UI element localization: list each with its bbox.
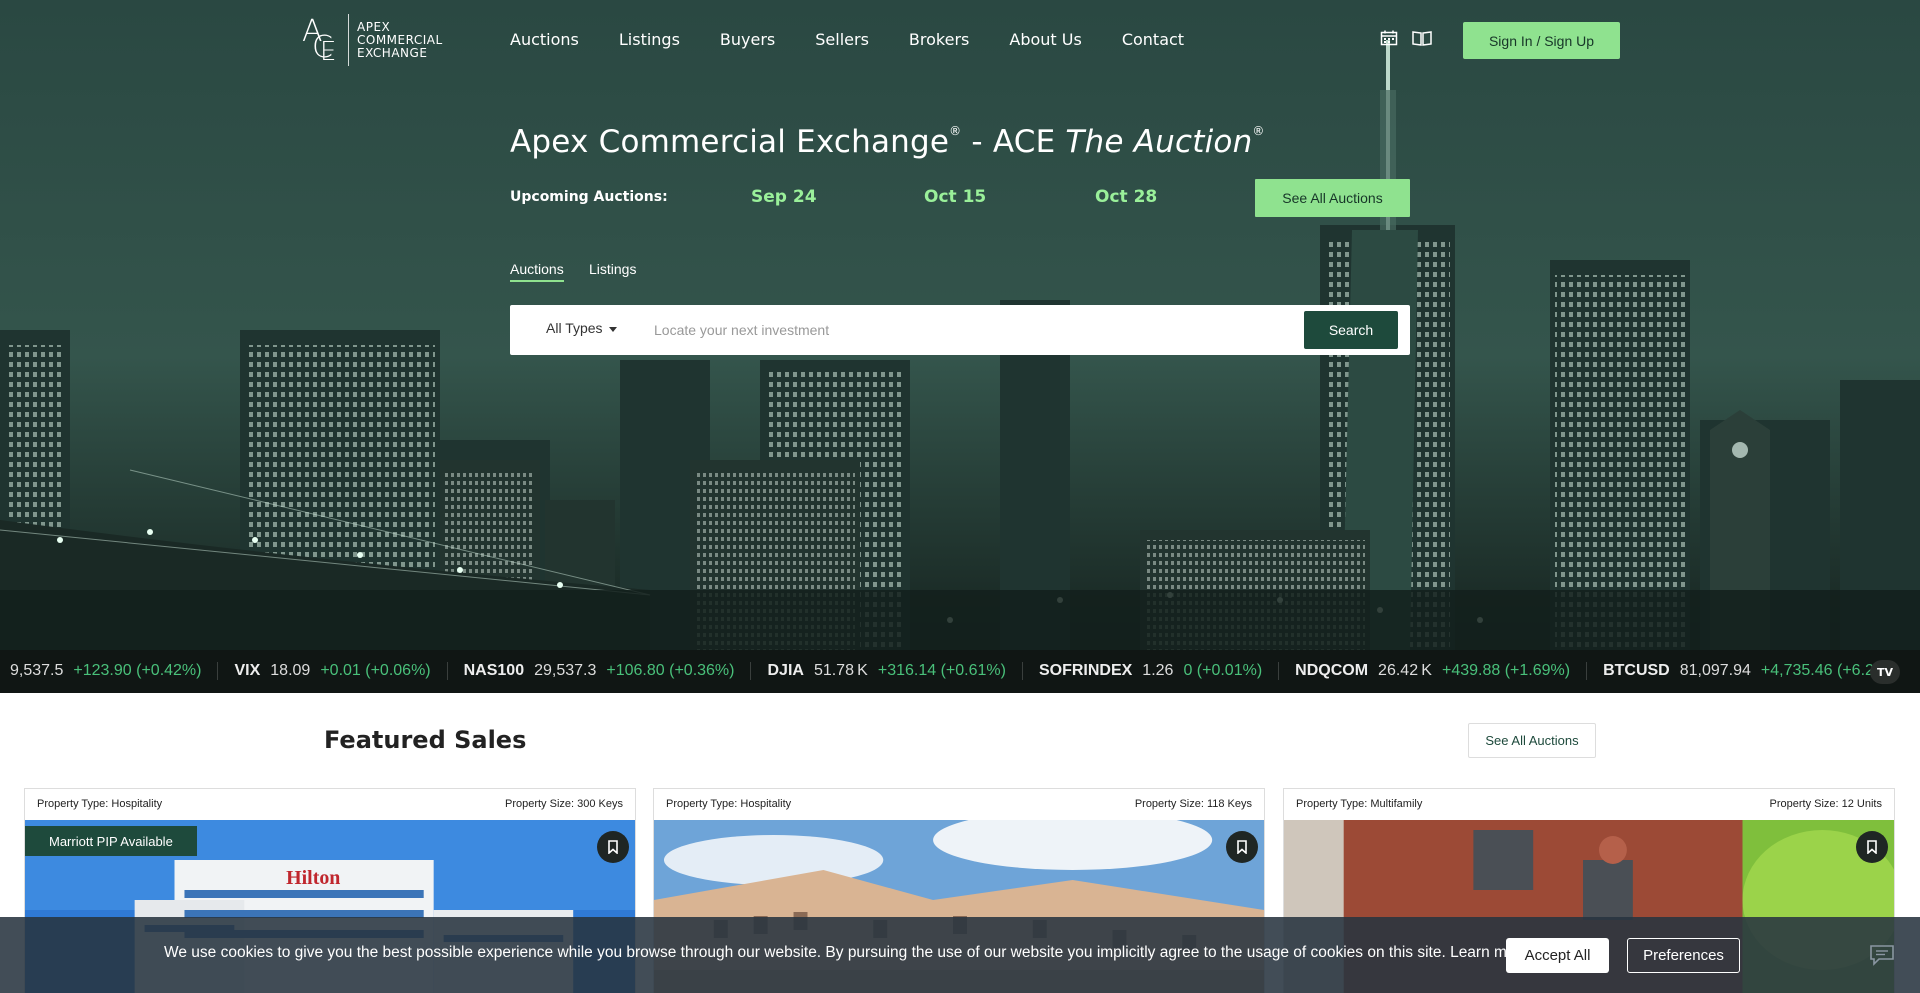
property-type-value: All Types: [546, 320, 603, 336]
ticker-symbol: VIX: [234, 662, 261, 679]
ticker-item[interactable]: SOFRINDEX 1.26 0 (+0.01%): [1038, 662, 1280, 680]
ticker-item[interactable]: 9,537.5 +123.90 (+0.42%): [10, 662, 219, 680]
calendar-icon[interactable]: [1380, 30, 1398, 46]
hero-section: A C E APEX COMMERCIAL EXCHANGE Auctions …: [0, 0, 1920, 650]
property-size: Property Size: 300 Keys: [504, 798, 623, 810]
tab-listings[interactable]: Listings: [589, 261, 636, 277]
sign-in-button[interactable]: Sign In / Sign Up: [1463, 22, 1620, 59]
tradingview-logo-icon[interactable]: TV: [1870, 660, 1900, 684]
see-all-auctions-featured-button[interactable]: See All Auctions: [1468, 723, 1596, 758]
upcoming-auctions-label: Upcoming Auctions:: [510, 189, 668, 205]
ticker-change: +316.14 (+0.61%): [877, 662, 1006, 679]
logo-line-exchange: EXCHANGE: [357, 45, 428, 60]
bookmark-icon[interactable]: [597, 831, 629, 863]
caret-down-icon: [608, 326, 617, 332]
nav-brokers[interactable]: Brokers: [909, 30, 969, 49]
nav-buyers[interactable]: Buyers: [720, 30, 775, 49]
bookmark-icon[interactable]: [1226, 831, 1258, 863]
hero-title: Apex Commercial Exchange® - ACE The Auct…: [510, 124, 1265, 160]
ticker-change: 0 (+0.01%): [1183, 662, 1263, 679]
ticker-item[interactable]: DJIA 51.78 K +316.14 (+0.61%): [767, 662, 1023, 680]
ticker-value: 1.26: [1142, 662, 1174, 679]
cookie-preferences-button[interactable]: Preferences: [1627, 938, 1740, 973]
property-type: Property Type: Hospitality: [666, 798, 792, 810]
logo-line-apex: APEX: [357, 19, 391, 34]
ticker-value: 18.09: [270, 662, 311, 679]
property-type: Property Type: Multifamily: [1296, 798, 1423, 810]
nav-auctions[interactable]: Auctions: [510, 30, 579, 49]
card-meta: Property Type: Hospitality Property Size…: [654, 789, 1264, 820]
auction-date-1[interactable]: Sep 24: [751, 187, 817, 207]
ticker-item[interactable]: BTCUSD 81,097.94 +4,735.46 (+6.2%): [1603, 662, 1909, 680]
ticker-track: 9,537.5 +123.90 (+0.42%) VIX 18.09 +0.01 (+…: [10, 662, 1920, 680]
nav-listings[interactable]: Listings: [619, 30, 680, 49]
hero-title-italic: The Auction: [1065, 124, 1253, 160]
property-type-select[interactable]: All Types: [546, 320, 617, 336]
hotel-sign: Hilton: [286, 867, 340, 889]
search-bar: All Types Search: [510, 305, 1410, 355]
auction-date-3[interactable]: Oct 28: [1095, 187, 1157, 207]
search-button[interactable]: Search: [1304, 311, 1398, 349]
logo-line-commercial: COMMERCIAL: [357, 32, 443, 47]
ticker-symbol: NAS100: [463, 662, 525, 679]
chat-icon[interactable]: [1869, 944, 1895, 966]
ticker-change: +439.88 (+1.69%): [1441, 662, 1571, 679]
main-nav: Auctions Listings Buyers Sellers Brokers…: [510, 30, 1224, 49]
ticker-value: 81,097.94: [1679, 662, 1751, 679]
ticker-value: 9,537.5: [10, 662, 64, 679]
card-meta: Property Type: Hospitality Property Size…: [25, 789, 635, 820]
registered-mark: ®: [949, 124, 962, 138]
ticker-item[interactable]: NDQCOM 26.42 K +439.88 (+1.69%): [1295, 662, 1588, 680]
card-meta: Property Type: Multifamily Property Size…: [1284, 789, 1894, 820]
ticker-value: 29,537.3: [534, 662, 597, 679]
ticker-value: 26.42 K: [1378, 662, 1432, 679]
ticker-change: +106.80 (+0.36%): [606, 662, 735, 679]
search-input[interactable]: [654, 315, 1294, 345]
auction-date-2[interactable]: Oct 15: [924, 187, 986, 207]
header-icons: [1380, 30, 1432, 46]
hero-title-ace: - ACE: [971, 124, 1056, 160]
ticker-symbol: BTCUSD: [1603, 662, 1670, 679]
marriott-pip-badge: Marriott PIP Available: [25, 826, 197, 856]
nav-sellers[interactable]: Sellers: [815, 30, 869, 49]
ace-logo[interactable]: A C E APEX COMMERCIAL EXCHANGE: [302, 14, 443, 66]
hero-title-main: Apex Commercial Exchange: [510, 124, 950, 160]
cookie-message: We use cookies to give you the best poss…: [164, 944, 1530, 961]
property-size: Property Size: 12 Units: [1769, 798, 1883, 810]
registered-mark-2: ®: [1252, 124, 1265, 138]
logo-divider: [348, 14, 349, 66]
tab-auctions[interactable]: Auctions: [510, 261, 564, 282]
property-type: Property Type: Hospitality: [37, 798, 163, 810]
ticker-item[interactable]: VIX 18.09 +0.01 (+0.06%): [234, 662, 448, 680]
nav-contact[interactable]: Contact: [1122, 30, 1184, 49]
market-ticker: 9,537.5 +123.90 (+0.42%) VIX 18.09 +0.01 (+…: [0, 650, 1920, 693]
logo-mark: A C E: [302, 14, 337, 67]
property-size: Property Size: 118 Keys: [1134, 798, 1252, 810]
see-all-auctions-button[interactable]: See All Auctions: [1255, 179, 1410, 217]
ticker-symbol: NDQCOM: [1295, 662, 1369, 679]
book-icon[interactable]: [1412, 30, 1432, 46]
nav-about-us[interactable]: About Us: [1009, 30, 1081, 49]
ticker-item[interactable]: NAS100 29,537.3 +106.80 (+0.36%): [464, 662, 752, 680]
ticker-symbol: DJIA: [767, 662, 804, 679]
logo-wordmark: APEX COMMERCIAL EXCHANGE: [357, 19, 443, 60]
bookmark-icon[interactable]: [1856, 831, 1888, 863]
ticker-change: +0.01 (+0.06%): [320, 662, 431, 679]
ticker-symbol: SOFRINDEX: [1038, 662, 1133, 679]
ticker-value: 51.78 K: [813, 662, 868, 679]
accept-all-cookies-button[interactable]: Accept All: [1506, 938, 1609, 973]
featured-sales-title: Featured Sales: [324, 726, 527, 754]
ticker-change: +123.90 (+0.42%): [73, 662, 202, 679]
